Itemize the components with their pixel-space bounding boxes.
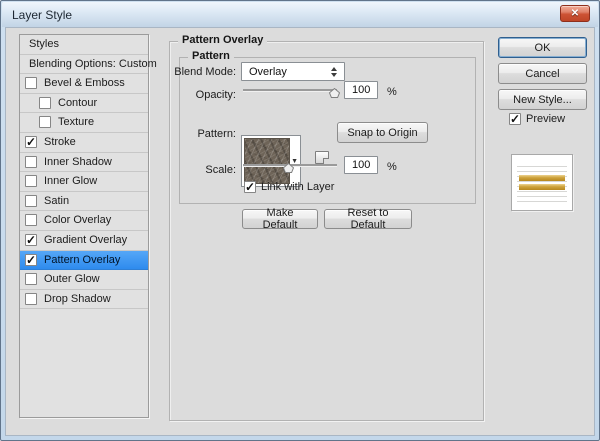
scale-slider[interactable] bbox=[243, 160, 337, 173]
opacity-slider-handle[interactable] bbox=[329, 85, 341, 98]
sidebar-item-drop-shadow[interactable]: Drop Shadow bbox=[20, 290, 148, 310]
style-preview-swatch bbox=[511, 154, 573, 211]
link-with-layer-label: Link with Layer bbox=[261, 181, 335, 193]
style-label: Drop Shadow bbox=[44, 292, 111, 305]
styles-header-label: Styles bbox=[29, 38, 59, 50]
scale-slider-handle[interactable] bbox=[283, 160, 295, 173]
style-label: Inner Shadow bbox=[44, 155, 112, 168]
style-label: Contour bbox=[58, 96, 98, 109]
preview-checkmark-icon[interactable]: ✓ bbox=[509, 113, 521, 125]
ok-button[interactable]: OK bbox=[498, 37, 587, 58]
sidebar-header-styles: Styles bbox=[20, 35, 148, 55]
sidebar-item-inner-glow[interactable]: Inner Glow bbox=[20, 172, 148, 192]
styles-list: Bevel & Emboss Contour Texture ✓ Stroke … bbox=[20, 74, 148, 310]
sidebar-item-texture[interactable]: Texture bbox=[20, 113, 148, 133]
opacity-label: Opacity: bbox=[195, 89, 236, 101]
style-checkbox[interactable] bbox=[25, 214, 37, 227]
sidebar-item-contour[interactable]: Contour bbox=[20, 94, 148, 114]
style-checkbox[interactable] bbox=[39, 96, 51, 109]
style-checkbox[interactable] bbox=[39, 116, 51, 129]
style-label: Gradient Overlay bbox=[44, 233, 128, 246]
style-label: Inner Glow bbox=[44, 175, 98, 188]
style-checkbox[interactable] bbox=[25, 194, 37, 207]
screenshot: Layer Style ✕ Styles Blending Options: C… bbox=[0, 0, 600, 441]
close-icon: ✕ bbox=[570, 7, 580, 19]
blend-mode-value: Overlay bbox=[249, 65, 287, 78]
style-label: Texture bbox=[58, 116, 95, 129]
style-label: Bevel & Emboss bbox=[44, 77, 125, 90]
pattern-group-title: Pattern bbox=[188, 50, 234, 62]
opacity-unit: % bbox=[387, 86, 397, 98]
layer-style-dialog: Layer Style ✕ Styles Blending Options: C… bbox=[0, 0, 600, 441]
gold-stripe-top bbox=[519, 175, 565, 181]
close-button[interactable]: ✕ bbox=[560, 5, 590, 22]
styles-panel: Styles Blending Options: Custom Bevel & … bbox=[19, 34, 157, 418]
style-checkbox[interactable] bbox=[25, 77, 37, 90]
blend-mode-dropdown[interactable]: Overlay bbox=[241, 62, 345, 81]
opacity-input[interactable] bbox=[344, 81, 378, 99]
style-checkbox[interactable]: ✓ bbox=[25, 233, 37, 246]
opacity-slider-track bbox=[243, 89, 337, 91]
sidebar-item-color-overlay[interactable]: Color Overlay bbox=[20, 211, 148, 231]
sidebar-item-stroke[interactable]: ✓ Stroke bbox=[20, 133, 148, 153]
sidebar-item-satin[interactable]: Satin bbox=[20, 192, 148, 212]
preview-checkbox[interactable]: ✓ Preview bbox=[509, 113, 565, 125]
gold-stripe-bottom bbox=[519, 184, 565, 190]
scale-unit: % bbox=[387, 161, 397, 173]
scale-input[interactable] bbox=[344, 156, 378, 174]
pattern-overlay-group-title: Pattern Overlay bbox=[178, 34, 268, 46]
dialog-title: Layer Style bbox=[12, 8, 73, 22]
style-checkbox[interactable] bbox=[25, 273, 37, 286]
style-label: Satin bbox=[44, 194, 70, 207]
new-style-button[interactable]: New Style... bbox=[498, 89, 587, 110]
blend-mode-label: Blend Mode: bbox=[174, 66, 236, 78]
preview-label: Preview bbox=[526, 113, 566, 125]
sidebar-item-inner-shadow[interactable]: Inner Shadow bbox=[20, 153, 148, 173]
dialog-body: Styles Blending Options: Custom Bevel & … bbox=[5, 27, 595, 436]
cancel-button[interactable]: Cancel bbox=[498, 63, 587, 84]
reset-to-default-button[interactable]: Reset to Default bbox=[324, 207, 412, 231]
sidebar-item-gradient-overlay[interactable]: ✓ Gradient Overlay bbox=[20, 231, 148, 251]
style-checkbox[interactable]: ✓ bbox=[25, 253, 37, 266]
updown-arrows-icon bbox=[331, 66, 337, 77]
snap-to-origin-button[interactable]: Snap to Origin bbox=[337, 122, 428, 143]
style-checkbox[interactable]: ✓ bbox=[25, 135, 37, 148]
sidebar-item-bevel-emboss[interactable]: Bevel & Emboss bbox=[20, 74, 148, 94]
pattern-label: Pattern: bbox=[197, 128, 236, 140]
style-label: Color Overlay bbox=[44, 214, 112, 227]
style-checkbox[interactable] bbox=[25, 155, 37, 168]
blending-options-label: Blending Options: Custom bbox=[29, 57, 157, 70]
link-with-layer-checkbox[interactable]: ✓ Link with Layer bbox=[244, 181, 334, 193]
sidebar-item-outer-glow[interactable]: Outer Glow bbox=[20, 270, 148, 290]
link-with-layer-checkmark-icon[interactable]: ✓ bbox=[244, 181, 256, 193]
make-default-button[interactable]: Make Default bbox=[242, 207, 318, 231]
style-label: Stroke bbox=[44, 135, 76, 148]
style-checkbox[interactable] bbox=[25, 292, 37, 305]
style-label: Outer Glow bbox=[44, 273, 100, 286]
opacity-slider[interactable] bbox=[243, 85, 341, 98]
sidebar-item-pattern-overlay[interactable]: ✓ Pattern Overlay bbox=[20, 250, 148, 271]
sidebar-item-blending-options[interactable]: Blending Options: Custom bbox=[20, 55, 157, 75]
style-label: Pattern Overlay bbox=[44, 253, 121, 266]
scale-label: Scale: bbox=[205, 164, 236, 176]
preview-stripes bbox=[517, 162, 567, 203]
style-checkbox[interactable] bbox=[25, 175, 37, 188]
titlebar[interactable]: Layer Style ✕ bbox=[2, 2, 598, 27]
